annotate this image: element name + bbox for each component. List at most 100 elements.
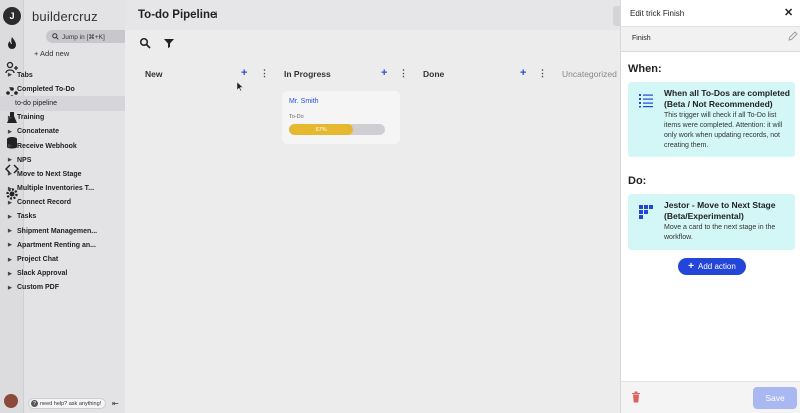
sidebar-item-concatenate[interactable]: ▶ Concatenate (0, 125, 125, 139)
caret-right-icon: ▶ (8, 171, 12, 178)
add-action-label: Add action (698, 262, 736, 271)
sidebar-item-project-chat[interactable]: ▶ Project Chat (0, 252, 125, 266)
caret-right-icon: ▶ (8, 213, 12, 220)
caret-right-icon: ▶ (8, 157, 12, 164)
sidebar-nav: ▶ Tabs ▼ Completed To-Do to-do pipeline ▶ T… (0, 68, 125, 295)
sidebar-item-completed-todo[interactable]: ▼ Completed To-Do (0, 82, 125, 96)
workspace-logo[interactable]: J (3, 7, 21, 25)
jump-in-label: Jump in [⌘+K] (62, 33, 105, 41)
caret-right-icon: ▶ (8, 114, 12, 121)
caret-right-icon: ▶ (8, 143, 12, 150)
sidebar-item-receive-webhook[interactable]: ▶ Receive Webhook (0, 139, 125, 153)
page-header: To-do Pipeline i (125, 0, 620, 30)
caret-right-icon: ▶ (8, 128, 12, 135)
todo-progress-fill: 67% (289, 124, 354, 135)
panel-header: Edit trick Finish ✕ (621, 0, 800, 27)
sidebar-item-shipment-management[interactable]: ▶ Shipment Managemen... (0, 224, 125, 238)
page-title: To-do Pipeline (138, 9, 217, 21)
sidebar-item-label: Custom PDF (17, 284, 59, 292)
action-card[interactable]: Jestor - Move to Next Stage (Beta/Experi… (628, 194, 795, 250)
trigger-title: When all To-Dos are completed (Beta / No… (664, 88, 790, 109)
sidebar-item-move-to-next-stage[interactable]: ▶ Move to Next Stage (0, 167, 125, 181)
caret-right-icon: ▶ (8, 228, 12, 235)
sidebar-item-label: Receive Webhook (17, 142, 77, 150)
sidebar-item-tabs[interactable]: ▶ Tabs (0, 68, 125, 82)
caret-right-icon: ▶ (8, 270, 12, 277)
column-title-uncategorized: Uncategorized (562, 69, 617, 79)
workspace-name: buildercruz (32, 9, 98, 24)
sidebar-item-training[interactable]: ▶ Training (0, 111, 125, 125)
header-action-edge[interactable] (613, 6, 620, 26)
collapse-sidebar-icon[interactable]: ⇤ (112, 399, 119, 408)
sidebar-item-connect-record[interactable]: ▶ Connect Record (0, 196, 125, 210)
sidebar-item-label: Move to Next Stage (17, 170, 82, 178)
column-menu-icon[interactable]: ⋮ (538, 68, 547, 79)
help-icon: ? (31, 400, 38, 407)
column-title-in-progress: In Progress (284, 69, 331, 79)
caret-right-icon: ▶ (8, 256, 12, 263)
sidebar-item-label: Connect Record (17, 199, 72, 207)
mouse-cursor-icon (237, 82, 243, 91)
sidebar-item-label: Slack Approval (17, 270, 68, 278)
sidebar-item-label: to-do pipeline (15, 99, 58, 107)
save-button[interactable]: Save (753, 387, 797, 409)
checklist-icon (639, 94, 653, 108)
column-menu-icon[interactable]: ⋮ (260, 68, 269, 79)
sidebar-item-label: Concatenate (17, 128, 60, 136)
trigger-card[interactable]: When all To-Dos are completed (Beta / No… (628, 82, 795, 157)
column-title-new: New (145, 69, 163, 79)
caret-right-icon: ▶ (8, 242, 12, 249)
action-title: Jestor - Move to Next Stage (Beta/Experi… (664, 200, 776, 221)
caret-right-icon: ▶ (8, 284, 12, 291)
todo-progress-bar: 67% (289, 124, 385, 135)
filter-icon[interactable] (163, 37, 175, 49)
search-icon[interactable] (139, 37, 151, 49)
user-avatar[interactable] (4, 394, 18, 408)
help-chat-button[interactable]: ? need help? ask anything! (28, 398, 107, 409)
info-icon[interactable]: i (215, 10, 218, 20)
sidebar-item-todo-pipeline[interactable]: to-do pipeline (0, 96, 125, 111)
trick-name-field[interactable]: Finish (621, 27, 800, 52)
sidebar-item-label: Training (17, 114, 45, 122)
trash-icon[interactable] (631, 391, 641, 403)
sidebar-item-label: Shipment Managemen... (17, 227, 98, 235)
sidebar-item-label: NPS (17, 156, 32, 164)
column-menu-icon[interactable]: ⋮ (399, 68, 408, 79)
plus-icon: + (688, 261, 695, 272)
sidebar-item-label: Tabs (17, 71, 33, 79)
trick-name-value: Finish (632, 35, 651, 42)
caret-down-icon: ▼ (8, 86, 13, 93)
do-section-title: Do: (628, 175, 647, 187)
pipeline-card[interactable]: Mr. Smith To-Do 67% (282, 91, 400, 144)
add-new-button[interactable]: + Add new (34, 49, 69, 58)
sidebar-item-apartment-renting[interactable]: ▶ Apartment Renting an... (0, 238, 125, 252)
add-card-button-in-progress[interactable]: + (381, 67, 387, 79)
caret-right-icon: ▶ (8, 185, 12, 192)
sidebar-item-multiple-inventories[interactable]: ▶ Multiple Inventories T... (0, 182, 125, 196)
sidebar-item-label: Completed To-Do (17, 85, 75, 93)
sidebar-item-slack-approval[interactable]: ▶ Slack Approval (0, 267, 125, 281)
sidebar-item-tasks[interactable]: ▶ Tasks (0, 210, 125, 224)
edit-trick-panel: Edit trick Finish ✕ Finish When: When al… (620, 0, 800, 413)
when-section-title: When: (628, 63, 662, 75)
pencil-icon[interactable] (788, 31, 798, 41)
add-action-button[interactable]: + Add action (678, 258, 746, 275)
sidebar-item-label: Apartment Renting an... (17, 241, 96, 249)
sidebar-item-custom-pdf[interactable]: ▶ Custom PDF (0, 281, 125, 295)
help-label: need help? ask anything! (40, 400, 102, 407)
search-icon (52, 33, 59, 40)
add-card-button-new[interactable]: + (241, 67, 247, 79)
sidebar-item-nps[interactable]: ▶ NPS (0, 153, 125, 167)
sidebar-item-label: Tasks (17, 213, 37, 221)
panel-title: Edit trick Finish (630, 9, 685, 18)
flame-icon[interactable] (5, 36, 19, 50)
column-title-done: Done (423, 69, 445, 79)
kanban-icon (639, 205, 653, 219)
main-area: To-do Pipeline i New + ⋮ In Progress + ⋮… (125, 0, 620, 413)
caret-right-icon: ▶ (8, 199, 12, 206)
panel-footer: Save (621, 381, 800, 413)
card-title: Mr. Smith (289, 98, 319, 105)
close-icon[interactable]: ✕ (784, 6, 793, 19)
card-field-label: To-Do (289, 114, 304, 120)
add-card-button-done[interactable]: + (520, 67, 526, 79)
